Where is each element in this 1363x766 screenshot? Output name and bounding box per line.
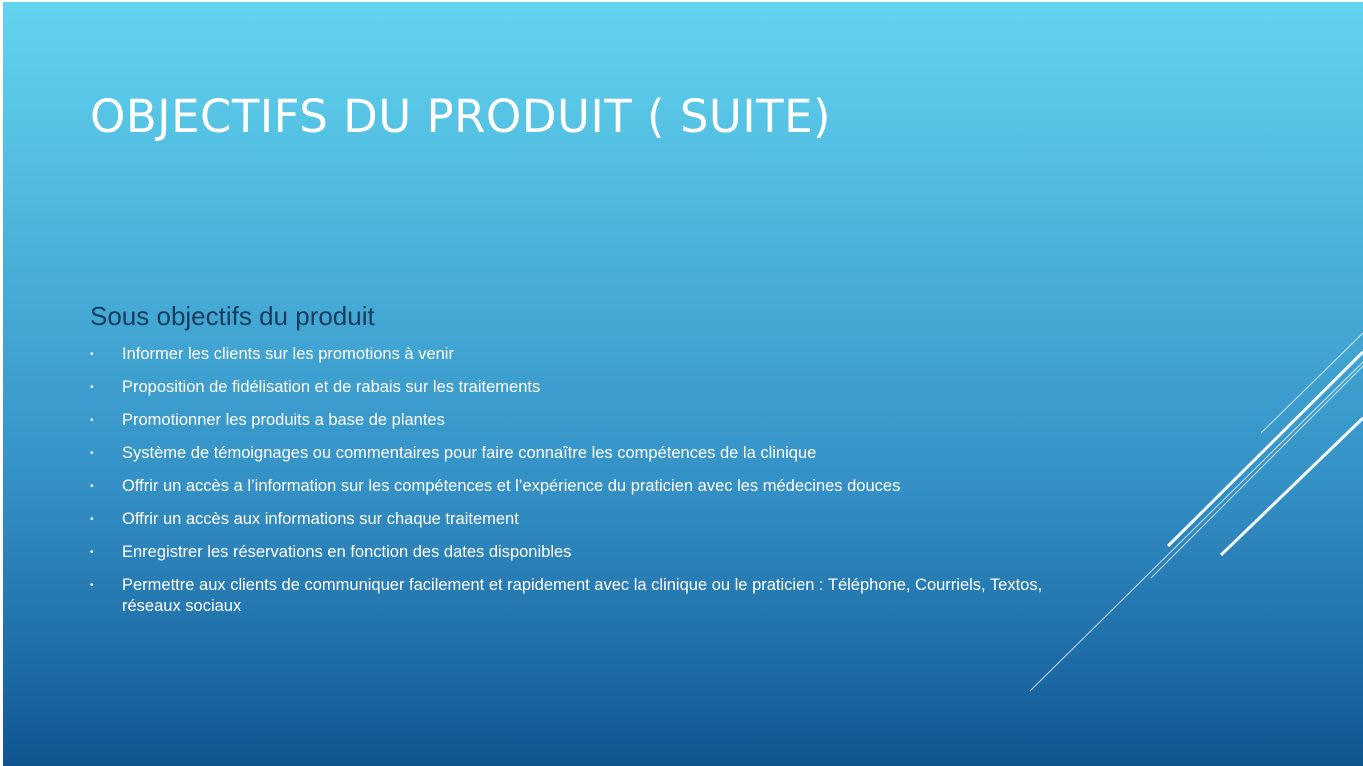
decorative-lines [1029, 332, 1363, 692]
decor-line [1166, 350, 1363, 548]
decor-line [1029, 361, 1363, 692]
decor-line [1260, 332, 1363, 434]
slide: OBJECTIFS DU PRODUIT ( SUITE) Sous objec… [3, 2, 1363, 766]
decor-line [1150, 365, 1363, 579]
